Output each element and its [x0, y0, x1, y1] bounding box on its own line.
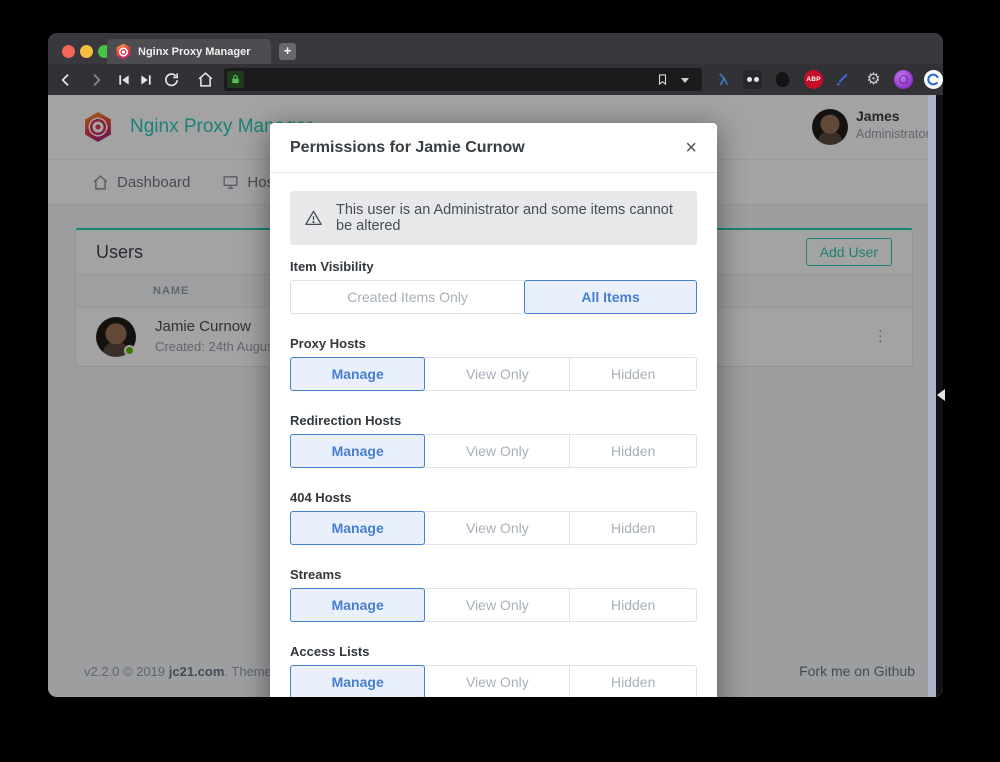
- option-manage[interactable]: Manage: [290, 434, 425, 468]
- skip-to-start-icon[interactable]: [114, 70, 133, 89]
- permission-group-label: Redirection Hosts: [290, 413, 697, 428]
- browser-window: Nginx Proxy Manager +: [48, 33, 943, 697]
- option-hidden[interactable]: Hidden: [569, 357, 697, 391]
- option-view-only[interactable]: View Only: [424, 511, 570, 545]
- home-icon[interactable]: [196, 70, 215, 89]
- close-window-button[interactable]: [62, 45, 75, 58]
- permission-option-group: ManageView OnlyHidden: [290, 357, 697, 391]
- option-manage[interactable]: Manage: [290, 588, 425, 622]
- permission-group-label: Access Lists: [290, 644, 697, 659]
- pen-extension-icon[interactable]: [833, 70, 852, 89]
- option-view-only[interactable]: View Only: [424, 665, 570, 697]
- admin-alert-text: This user is an Administrator and some i…: [336, 202, 683, 234]
- permission-option-group: ManageView OnlyHidden: [290, 511, 697, 545]
- permission-group-label: Item Visibility: [290, 259, 697, 274]
- option-all-items[interactable]: All Items: [524, 280, 697, 314]
- option-manage[interactable]: Manage: [290, 665, 425, 697]
- browser-viewport: Nginx Proxy Manager James Administrator …: [48, 95, 943, 697]
- tampermonkey-extension-icon[interactable]: [743, 70, 762, 89]
- bookmark-dropdown-caret-icon[interactable]: [681, 78, 689, 87]
- modal-title: Permissions for Jamie Curnow: [290, 139, 525, 157]
- option-hidden[interactable]: Hidden: [569, 434, 697, 468]
- option-hidden[interactable]: Hidden: [569, 588, 697, 622]
- permission-group-label: 404 Hosts: [290, 490, 697, 505]
- npm-favicon-icon: [116, 44, 131, 60]
- blue-circle-extension-icon[interactable]: [924, 70, 943, 89]
- tab-title: Nginx Proxy Manager: [138, 46, 250, 58]
- bookmark-icon[interactable]: [656, 72, 669, 87]
- forward-icon[interactable]: [86, 70, 105, 89]
- purple-circle-extension-icon[interactable]: [894, 70, 913, 89]
- option-hidden[interactable]: Hidden: [569, 511, 697, 545]
- permissions-modal: Permissions for Jamie Curnow × This user…: [270, 123, 717, 697]
- permission-group-label: Streams: [290, 567, 697, 582]
- adblock-plus-extension-icon[interactable]: ABP: [804, 70, 823, 89]
- vertical-scrollbar[interactable]: [928, 95, 936, 697]
- desktop-background: Nginx Proxy Manager +: [0, 0, 1000, 762]
- permission-option-group: Created Items OnlyAll Items: [290, 280, 697, 314]
- walking-legs-extension-icon[interactable]: [714, 70, 733, 89]
- option-hidden[interactable]: Hidden: [569, 665, 697, 697]
- permission-option-group: ManageView OnlyHidden: [290, 434, 697, 468]
- browser-tab[interactable]: Nginx Proxy Manager: [107, 39, 271, 64]
- option-view-only[interactable]: View Only: [424, 588, 570, 622]
- permission-option-group: ManageView OnlyHidden: [290, 588, 697, 622]
- reload-icon[interactable]: [162, 70, 181, 89]
- minimize-window-button[interactable]: [80, 45, 93, 58]
- modal-header: Permissions for Jamie Curnow ×: [270, 123, 717, 173]
- gnome-foot-extension-icon[interactable]: [773, 70, 792, 89]
- browser-titlebar: Nginx Proxy Manager +: [48, 33, 943, 64]
- padlock-icon[interactable]: [227, 71, 244, 88]
- warning-triangle-icon: [304, 209, 323, 227]
- admin-alert: This user is an Administrator and some i…: [290, 191, 697, 245]
- new-tab-button[interactable]: +: [279, 43, 296, 60]
- option-view-only[interactable]: View Only: [424, 357, 570, 391]
- gear-extension-icon[interactable]: ⚙: [864, 70, 883, 89]
- permission-groups: Item Visibility Created Items OnlyAll Ite…: [290, 259, 697, 697]
- url-bar[interactable]: [224, 68, 702, 91]
- modal-body: This user is an Administrator and some i…: [270, 173, 717, 697]
- option-created-items-only[interactable]: Created Items Only: [290, 280, 525, 314]
- skip-to-end-icon[interactable]: [136, 70, 155, 89]
- option-manage[interactable]: Manage: [290, 357, 425, 391]
- browser-toolbar: ABP ⚙: [48, 64, 943, 95]
- close-icon[interactable]: ×: [685, 138, 697, 158]
- back-icon[interactable]: [56, 70, 75, 89]
- option-view-only[interactable]: View Only: [424, 434, 570, 468]
- permission-group-label: Proxy Hosts: [290, 336, 697, 351]
- permission-option-group: ManageView OnlyHidden: [290, 665, 697, 697]
- panel-reveal-arrow-icon[interactable]: [937, 389, 945, 401]
- option-manage[interactable]: Manage: [290, 511, 425, 545]
